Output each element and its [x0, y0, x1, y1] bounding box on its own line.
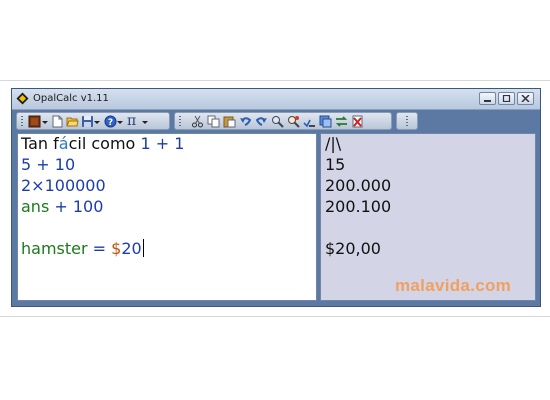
top-divider: [0, 80, 550, 81]
pi-dropdown-icon[interactable]: [142, 115, 148, 128]
toolbar-group-extra: [396, 112, 418, 130]
editor-line[interactable]: 5 + 10: [21, 155, 75, 175]
pi-constants-button[interactable]: π: [127, 113, 141, 129]
cut-icon[interactable]: [191, 115, 204, 128]
toolbar-group-main: ? π: [16, 112, 170, 130]
expression-editor[interactable]: Tan fácil como 1 + 1 5 + 10 2×100000 ans…: [17, 133, 317, 301]
editor-line[interactable]: 2×100000: [21, 176, 106, 196]
result-line: $20,00: [325, 239, 381, 258]
open-folder-icon[interactable]: [66, 115, 79, 128]
toolbar: ? π: [16, 112, 536, 130]
paste-icon[interactable]: [223, 115, 236, 128]
editor-line-active[interactable]: hamster = $20: [21, 239, 144, 259]
theme-color-icon[interactable]: [28, 115, 41, 128]
text-caret: [142, 239, 144, 257]
toolbar-grip[interactable]: [179, 116, 181, 127]
save-icon[interactable]: [81, 115, 94, 128]
close-icon: [521, 95, 530, 102]
find-icon[interactable]: [271, 115, 284, 128]
toolbar-grip[interactable]: [406, 116, 408, 127]
copy-icon[interactable]: [207, 115, 220, 128]
toolbar-grip[interactable]: [21, 116, 23, 127]
title-bar[interactable]: OpalCalc v1.11: [12, 89, 540, 110]
watermark: malavida.com: [395, 276, 512, 295]
close-button[interactable]: [517, 92, 534, 105]
result-line: 15: [325, 155, 346, 174]
undo-icon[interactable]: [239, 115, 252, 128]
result-line: 200.100: [325, 197, 392, 216]
maximize-icon: [502, 95, 511, 102]
find-replace-icon[interactable]: [287, 115, 300, 128]
app-logo-icon: [16, 92, 29, 105]
copy-results-icon[interactable]: [319, 115, 332, 128]
insert-answer-icon[interactable]: [303, 115, 316, 128]
maximize-button[interactable]: [498, 92, 515, 105]
help-icon[interactable]: ?: [104, 115, 117, 128]
theme-dropdown-icon[interactable]: [42, 115, 48, 128]
editor-line[interactable]: ans + 100: [21, 197, 103, 217]
help-dropdown-icon[interactable]: [117, 115, 123, 128]
app-window: OpalCalc v1.11 ? π Tan fácil como 1 + 1 …: [11, 88, 541, 307]
bottom-divider: [0, 316, 550, 317]
window-title: OpalCalc v1.11: [33, 93, 109, 104]
sync-icon[interactable]: [335, 115, 348, 128]
result-line: /|\: [325, 134, 342, 153]
minimize-button[interactable]: [479, 92, 496, 105]
editor-line[interactable]: Tan fácil como 1 + 1: [21, 134, 184, 154]
svg-text:?: ?: [108, 118, 113, 128]
new-document-icon[interactable]: [51, 115, 64, 128]
clear-icon[interactable]: [351, 115, 364, 128]
save-dropdown-icon[interactable]: [94, 115, 100, 128]
minimize-icon: [484, 100, 491, 102]
toolbar-group-edit: [174, 112, 392, 130]
redo-icon[interactable]: [255, 115, 268, 128]
result-line: 200.000: [325, 176, 392, 195]
